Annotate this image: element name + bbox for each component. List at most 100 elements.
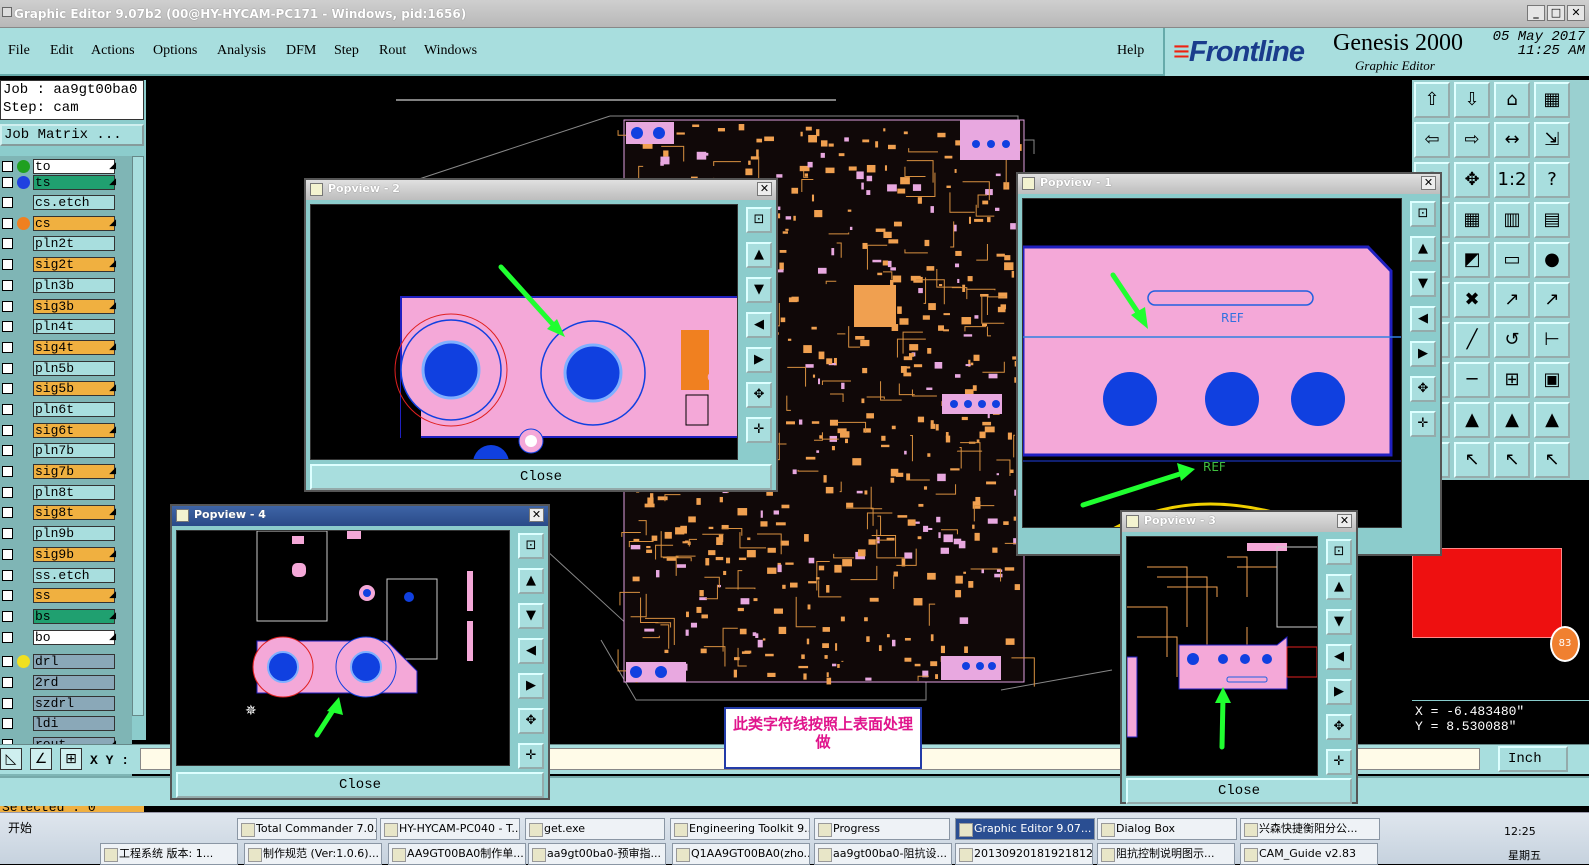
menu-step[interactable]: Step xyxy=(334,43,359,59)
layer-name[interactable]: pln3b xyxy=(33,277,115,293)
tool-angle-icon[interactable]: ∠ xyxy=(30,748,52,770)
layer-row-sig8t[interactable]: sig8t ◢ xyxy=(0,504,118,520)
fit-icon[interactable]: ⊡ xyxy=(746,207,772,233)
layer-checkbox[interactable] xyxy=(2,196,13,208)
taskbar-button[interactable]: 制作规范 (Ver:1.0.6)... xyxy=(244,843,382,865)
popview-4-close-icon[interactable]: ✕ xyxy=(529,508,544,522)
units-selector[interactable]: Inch xyxy=(1498,746,1568,772)
taskbar-button[interactable]: 工程系统 版本: 1... xyxy=(100,843,238,865)
menu-windows[interactable]: Windows xyxy=(424,43,477,59)
layer-name[interactable]: ss xyxy=(33,587,115,603)
taskbar-button[interactable]: 兴森快捷衡阳分公... xyxy=(1240,818,1380,840)
dot-icon[interactable]: ● xyxy=(1534,242,1570,278)
taskbar-button[interactable]: aa9gt00ba0-预审指... xyxy=(528,843,666,865)
pan-left-icon[interactable]: ◀ xyxy=(1410,306,1436,332)
zoom-badge[interactable]: 83 xyxy=(1550,626,1580,662)
layer-checkbox[interactable] xyxy=(2,610,13,622)
taskbar-button[interactable]: Graphic Editor 9.07... xyxy=(955,818,1095,840)
close-button[interactable]: ✕ xyxy=(1567,5,1585,21)
flip-icon[interactable]: ⊢ xyxy=(1534,322,1570,358)
taskbar-button[interactable]: CAM_Guide v2.83 xyxy=(1240,843,1378,865)
layer-row-drl[interactable]: drl xyxy=(0,653,118,669)
layer-name[interactable]: ldi xyxy=(33,715,115,731)
tri-icon[interactable]: ▲ xyxy=(1454,402,1490,438)
menu-analysis[interactable]: Analysis xyxy=(217,43,266,59)
pan-right-icon[interactable]: ▶ xyxy=(1326,679,1352,705)
job-matrix-button[interactable]: Job Matrix ... xyxy=(0,124,144,146)
rotate-icon[interactable]: ↺ xyxy=(1494,322,1530,358)
layer-name[interactable]: sig5b xyxy=(33,380,115,396)
layer-checkbox[interactable] xyxy=(2,300,13,312)
tri3-icon[interactable]: ▲ xyxy=(1534,402,1570,438)
layer-name[interactable]: sig2t xyxy=(33,256,115,272)
layer-checkbox[interactable] xyxy=(2,320,13,332)
line-icon[interactable]: ╱ xyxy=(1454,322,1490,358)
layer-checkbox[interactable] xyxy=(2,589,13,601)
popview-1-titlebar[interactable]: Popview - 1 ✕ xyxy=(1018,174,1440,194)
taskbar-button[interactable]: Progress xyxy=(814,818,950,840)
zoom-out-icon[interactable]: ✛ xyxy=(746,417,772,443)
arrow-red-icon[interactable]: ↗ xyxy=(1494,282,1530,318)
cursor2-icon[interactable]: ↖ xyxy=(1494,442,1530,478)
pan-up-icon[interactable]: ▲ xyxy=(518,568,544,594)
home-icon[interactable]: ⇧ xyxy=(1414,82,1450,118)
taskbar-button[interactable]: HY-HYCAM-PC040 - T... xyxy=(380,818,520,840)
layer-checkbox[interactable] xyxy=(2,548,13,560)
layer-checkbox[interactable] xyxy=(2,506,13,518)
layer-row-pln8t[interactable]: pln8t xyxy=(0,484,118,500)
pan-right-icon[interactable]: ▶ xyxy=(518,673,544,699)
layer-row-pln5b[interactable]: pln5b xyxy=(0,360,118,376)
layer-name[interactable]: sig3b xyxy=(33,298,115,314)
layer-checkbox[interactable] xyxy=(2,217,13,229)
layer-row-bo[interactable]: bo ◢ xyxy=(0,629,118,645)
popview-1-view[interactable]: REF REF xyxy=(1022,198,1402,528)
layer-row-sig6t[interactable]: sig6t ◢ xyxy=(0,422,118,438)
layer-name[interactable]: ts xyxy=(33,174,115,190)
layer-name[interactable]: szdrl xyxy=(33,695,115,711)
popview-2-close-icon[interactable]: ✕ xyxy=(757,182,772,196)
move-icon[interactable]: ✥ xyxy=(1454,162,1490,198)
taskbar-button[interactable]: 20130920181921812... xyxy=(955,843,1093,865)
taskbar-button[interactable]: 阻抗控制说明图示... xyxy=(1097,843,1235,865)
layer-scrollbar[interactable] xyxy=(132,156,144,716)
popview-2-view[interactable]: C613 xyxy=(310,204,738,460)
layer-checkbox[interactable] xyxy=(2,403,13,415)
layer-row-pln4t[interactable]: pln4t xyxy=(0,318,118,334)
grid2-icon[interactable]: ▦ xyxy=(1454,202,1490,238)
fit-icon[interactable]: ⊡ xyxy=(1326,539,1352,565)
taskbar-button[interactable]: Engineering Toolkit 9.... xyxy=(670,818,810,840)
fit-icon[interactable]: ⊡ xyxy=(1410,201,1436,227)
pan-up-icon[interactable]: ▲ xyxy=(1326,574,1352,600)
layer-row-ss-etch[interactable]: ss.etch xyxy=(0,567,118,583)
taskbar-button[interactable]: get.exe xyxy=(525,818,665,840)
pan-down-icon[interactable]: ▼ xyxy=(746,277,772,303)
layer-checkbox[interactable] xyxy=(2,237,13,249)
menu-help[interactable]: Help xyxy=(1117,43,1144,59)
pan-down-icon[interactable]: ▼ xyxy=(1326,609,1352,635)
popview-2-close-button[interactable]: Close xyxy=(310,464,772,490)
cursor-icon[interactable]: ↖ xyxy=(1454,442,1490,478)
popview-4-titlebar[interactable]: Popview - 4 ✕ xyxy=(172,506,548,526)
taskbar-button[interactable]: Dialog Box xyxy=(1097,818,1237,840)
popview-1-close-icon[interactable]: ✕ xyxy=(1421,176,1436,190)
layer-name[interactable]: sig8t xyxy=(33,504,115,520)
layer-row-bs[interactable]: bs ◢ xyxy=(0,608,118,624)
layer-name[interactable]: pln6t xyxy=(33,401,115,417)
layer-checkbox[interactable] xyxy=(2,697,13,709)
taskbar-button[interactable]: AA9GT00BA0制作单... xyxy=(388,843,526,865)
layer-checkbox[interactable] xyxy=(2,341,13,353)
layer-checkbox[interactable] xyxy=(2,160,13,172)
layer-row-pln2t[interactable]: pln2t xyxy=(0,235,118,251)
layer-checkbox[interactable] xyxy=(2,258,13,270)
taskbar-button[interactable]: Total Commander 7.0... xyxy=(237,818,377,840)
layer-checkbox[interactable] xyxy=(2,655,13,667)
arrow-blue-icon[interactable]: ↗ xyxy=(1534,282,1570,318)
layer-checkbox[interactable] xyxy=(2,717,13,729)
layer-checkbox[interactable] xyxy=(2,569,13,581)
zoom-in-icon[interactable]: ✥ xyxy=(1410,376,1436,402)
layer-name[interactable]: pln4t xyxy=(33,318,115,334)
layer-name[interactable]: drl xyxy=(33,653,115,669)
menu-options[interactable]: Options xyxy=(153,43,197,59)
layer-name[interactable]: sig9b xyxy=(33,546,115,562)
layer-name[interactable]: pln8t xyxy=(33,484,115,500)
